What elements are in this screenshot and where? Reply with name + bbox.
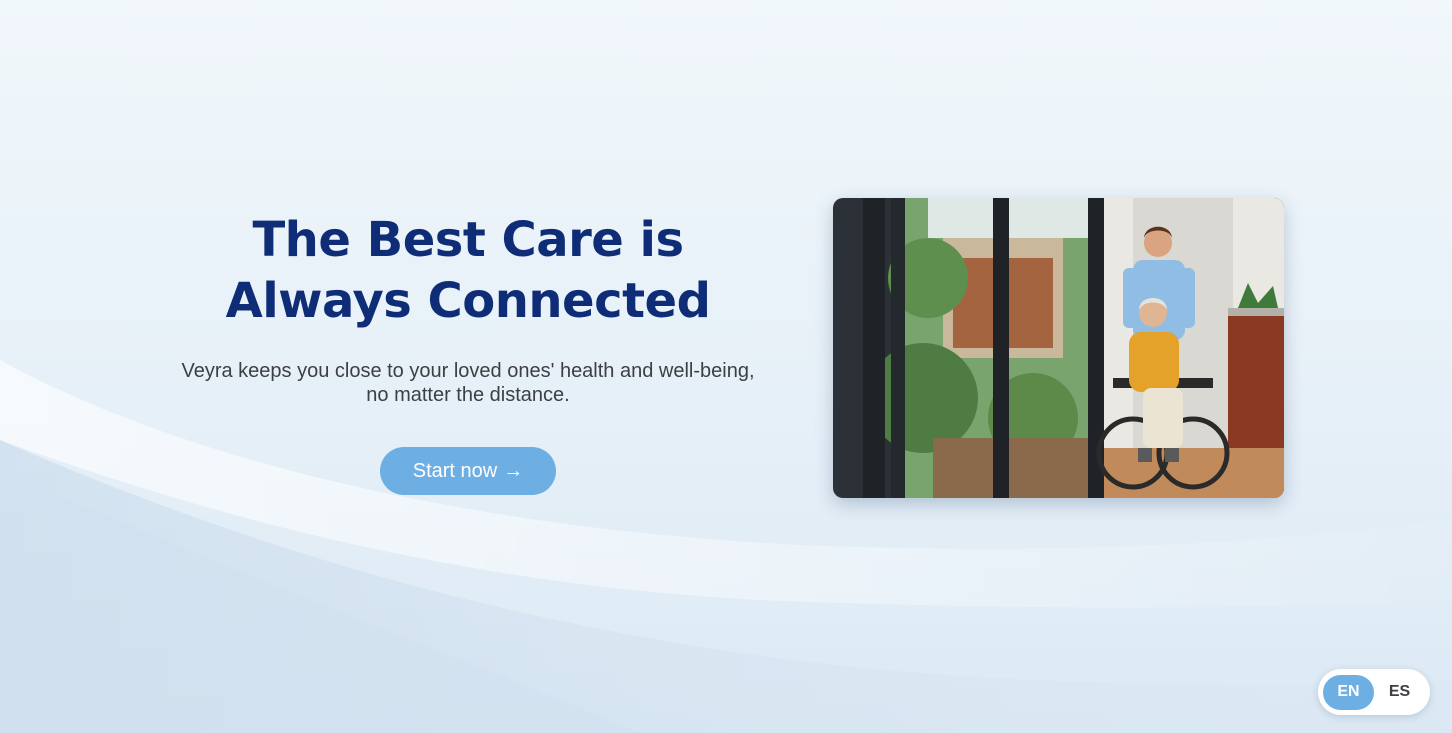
- start-now-label: Start now: [412, 459, 498, 482]
- hero-title: The Best Care is Always Connected: [150, 210, 786, 332]
- caregiver-wheelchair-photo: [833, 198, 1284, 498]
- start-now-button[interactable]: Start now →: [380, 447, 556, 495]
- hero-subtitle-line-2: no matter the distance.: [366, 384, 570, 406]
- hero-subtitle: Veyra keeps you close to your loved ones…: [150, 359, 786, 407]
- language-option-en[interactable]: EN: [1323, 674, 1374, 710]
- hero-title-line-1: The Best Care is: [252, 212, 684, 268]
- language-toggle: EN ES: [1318, 669, 1430, 715]
- hero-title-line-2: Always Connected: [225, 273, 711, 329]
- hero-section: The Best Care is Always Connected Veyra …: [150, 210, 786, 495]
- language-option-es[interactable]: ES: [1374, 675, 1425, 710]
- hero-subtitle-line-1: Veyra keeps you close to your loved ones…: [181, 360, 755, 382]
- arrow-right-icon: →: [503, 459, 524, 482]
- photo-illustration: [833, 198, 1284, 498]
